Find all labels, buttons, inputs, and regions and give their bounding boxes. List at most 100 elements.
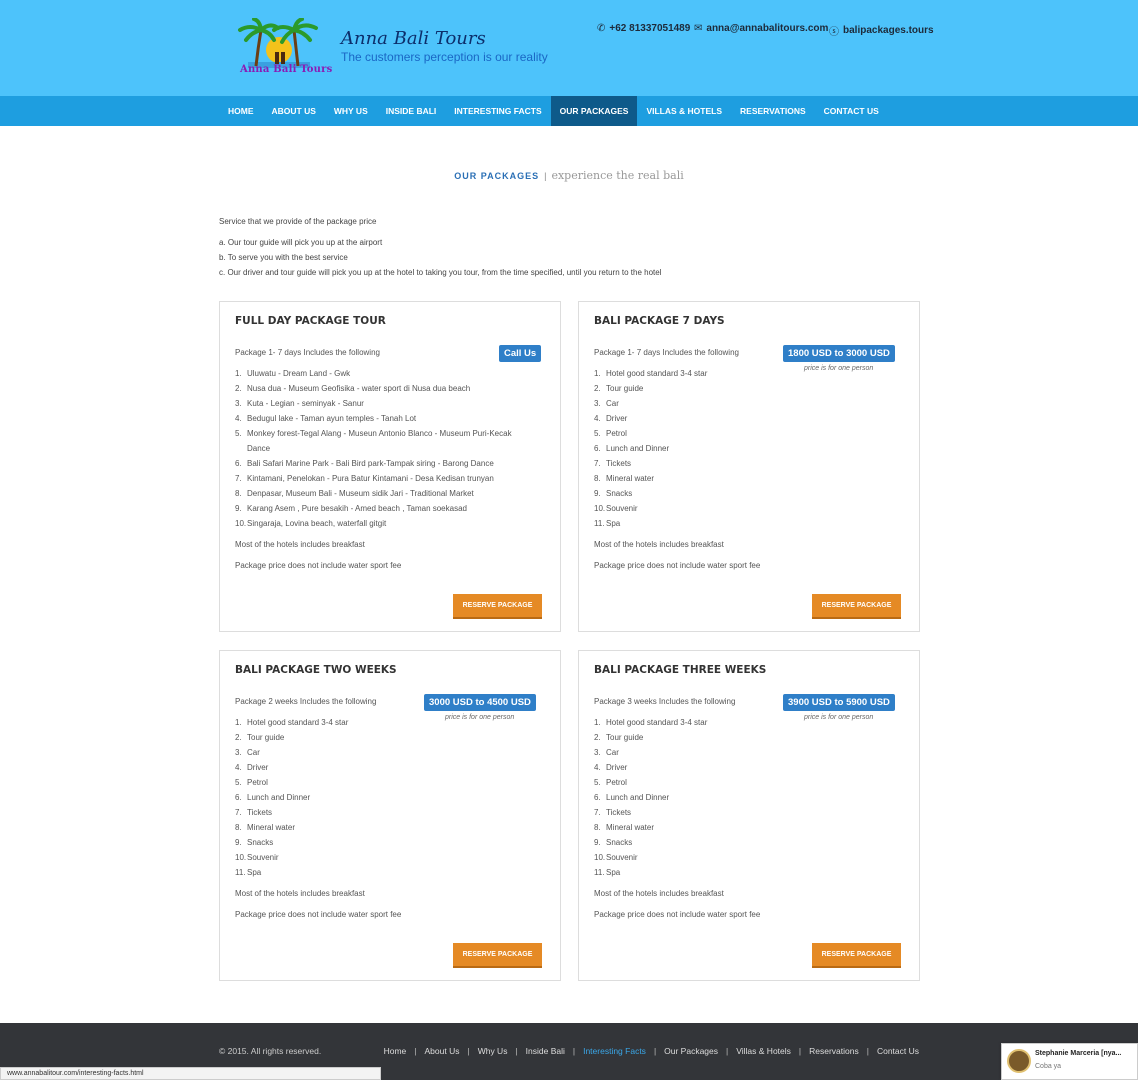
section-title: OUR PACKAGES	[454, 171, 540, 181]
card-title: BALI PACKAGE TWO WEEKS	[235, 664, 397, 676]
price-badge: 3000 USD to 4500 USD	[424, 694, 536, 711]
list-item: 6. Lunch and Dinner	[594, 444, 670, 453]
skype-icon: ⓢ	[829, 27, 839, 38]
list-item: 4. Driver	[594, 414, 628, 423]
card-subtitle: Package 3 weeks Includes the following	[594, 697, 736, 706]
list-item: 4. Bedugul lake - Taman ayun temples - Ta…	[235, 414, 417, 423]
main-nav: HOME ABOUT US WHY US INSIDE BALI INTERES…	[0, 96, 1138, 126]
list-item: 8. Mineral water	[594, 474, 655, 483]
footer-links: Home | About Us | Why Us | Inside Bali | Int…	[383, 1046, 919, 1056]
list-item: 6. Bali Safari Marine Park - Bali Bird pa…	[235, 459, 494, 468]
price-badge: 3900 USD to 5900 USD	[783, 694, 895, 711]
call-us-badge[interactable]: Call Us	[499, 345, 542, 362]
nav-item-our-packages[interactable]: OUR PACKAGES	[550, 96, 638, 126]
list-item: 4. Driver	[235, 763, 269, 772]
card-subtitle: Package 1- 7 days Includes the following	[594, 348, 739, 357]
package-card-full-day: FULL DAY PACKAGE TOUR Package 1- 7 days …	[219, 301, 561, 632]
copyright: © 2015. All rights reserved.	[219, 1046, 322, 1056]
package-items: 1. Hotel good standard 3-4 star 2. Tour gu…	[235, 715, 545, 880]
section-heading: OUR PACKAGES | experience the real bali	[0, 169, 1138, 182]
package-card-three-weeks: BALI PACKAGE THREE WEEKS Package 3 weeks…	[578, 650, 920, 981]
reserve-package-button[interactable]: RESERVE PACKAGE	[453, 594, 542, 619]
list-item: 9. Karang Asem , Pure besakih - Amed beac…	[235, 504, 467, 513]
list-item: 11. Spa	[235, 868, 262, 877]
chat-notification[interactable]: Stephanie Marceria [nya... Coba ya	[1001, 1043, 1138, 1080]
footer-link-contact-us[interactable]: Contact Us	[877, 1046, 919, 1056]
card-title: FULL DAY PACKAGE TOUR	[235, 315, 386, 327]
footer-link-interesting-facts[interactable]: Interesting Facts	[583, 1046, 646, 1056]
reserve-package-button[interactable]: RESERVE PACKAGE	[812, 943, 901, 968]
list-item: 8. Mineral water	[594, 823, 655, 832]
contact-phone: ✆ +62 81337051489	[597, 23, 690, 34]
intro-lead: Service that we provide of the package p…	[219, 217, 377, 226]
package-items: 1. Hotel good standard 3-4 star 2. Tour gu…	[594, 366, 904, 531]
nav-item-interesting-facts[interactable]: INTERESTING FACTS	[445, 96, 550, 126]
nav-item-about-us[interactable]: ABOUT US	[263, 96, 325, 126]
list-item: 2. Nusa dua - Museum Geofisika - water sp…	[235, 384, 471, 393]
list-item: 5. Petrol	[594, 778, 627, 787]
water-sport-note: Package price does not include water spo…	[235, 910, 402, 919]
envelope-icon: ✉	[694, 23, 703, 34]
nav-item-reservations[interactable]: RESERVATIONS	[731, 96, 815, 126]
phone-icon: ✆	[597, 23, 606, 34]
list-item: 7. Tickets	[594, 459, 632, 468]
footer-link-home[interactable]: Home	[384, 1046, 407, 1056]
list-item: 2. Tour guide	[235, 733, 285, 742]
list-item: 3. Car	[594, 399, 619, 408]
list-item: 9. Snacks	[594, 838, 633, 847]
card-subtitle: Package 1- 7 days Includes the following	[235, 348, 380, 357]
card-title: BALI PACKAGE 7 DAYS	[594, 315, 725, 327]
card-title: BALI PACKAGE THREE WEEKS	[594, 664, 767, 676]
chat-message: Coba ya	[1035, 1063, 1062, 1070]
nav-item-villas-hotels[interactable]: VILLAS & HOTELS	[637, 96, 731, 126]
skype-text[interactable]: balipackages.tours	[843, 25, 934, 36]
list-item: 10. Souvenir	[594, 853, 638, 862]
list-item: 9. Snacks	[594, 489, 633, 498]
footer-link-reservations[interactable]: Reservations	[809, 1046, 859, 1056]
reserve-package-button[interactable]: RESERVE PACKAGE	[812, 594, 901, 619]
list-item: 5. Petrol	[594, 429, 627, 438]
reserve-package-button[interactable]: RESERVE PACKAGE	[453, 943, 542, 968]
breakfast-note: Most of the hotels includes breakfast	[594, 540, 724, 549]
site-tagline: The customers perception is our reality	[341, 50, 548, 64]
contact-skype[interactable]: ⓢ balipackages.tours	[829, 23, 934, 38]
list-item: 3. Kuta - Legian - seminyak - Sanur	[235, 399, 364, 408]
package-card-two-weeks: BALI PACKAGE TWO WEEKS Package 2 weeks I…	[219, 650, 561, 981]
list-item: 1. Hotel good standard 3-4 star	[594, 718, 708, 727]
site-title[interactable]: Anna Bali Tours	[341, 28, 486, 49]
list-item: 10. Singaraja, Lovina beach, waterfall gi…	[235, 519, 387, 528]
breakfast-note: Most of the hotels includes breakfast	[235, 889, 365, 898]
nav-item-contact-us[interactable]: CONTACT US	[815, 96, 888, 126]
intro-line-a: a. Our tour guide will pick you up at th…	[219, 238, 383, 247]
section-separator: |	[544, 171, 547, 181]
nav-item-home[interactable]: HOME	[219, 96, 263, 126]
list-item: 4. Driver	[594, 763, 628, 772]
list-item: 10. Souvenir	[594, 504, 638, 513]
card-subtitle: Package 2 weeks Includes the following	[235, 697, 377, 706]
phone-text: +62 81337051489	[609, 23, 691, 34]
list-item: 10. Souvenir	[235, 853, 279, 862]
nav-item-inside-bali[interactable]: INSIDE BALI	[377, 96, 446, 126]
list-item: 2. Tour guide	[594, 384, 644, 393]
site-header: Anna Bali Tours Anna Bali Tours The cust…	[0, 0, 1138, 96]
logo-wordmark: Anna Bali Tours	[240, 64, 333, 75]
nav-items: HOME ABOUT US WHY US INSIDE BALI INTERES…	[219, 96, 888, 126]
list-item: 1. Uluwatu - Dream Land - Gwk	[235, 369, 351, 378]
list-item: 9. Snacks	[235, 838, 274, 847]
nav-item-why-us[interactable]: WHY US	[325, 96, 377, 126]
footer-link-why-us[interactable]: Why Us	[478, 1046, 508, 1056]
email-text[interactable]: anna@annabalitours.com	[706, 23, 828, 34]
footer-link-inside-bali[interactable]: Inside Bali	[526, 1046, 565, 1056]
footer-link-about-us[interactable]: About Us	[425, 1046, 460, 1056]
list-item: 6. Lunch and Dinner	[235, 793, 311, 802]
list-item: 1. Hotel good standard 3-4 star	[235, 718, 349, 727]
footer-link-our-packages[interactable]: Our Packages	[664, 1046, 718, 1056]
list-item: 6. Lunch and Dinner	[594, 793, 670, 802]
avatar	[1007, 1049, 1031, 1073]
list-item: 8. Mineral water	[235, 823, 296, 832]
footer-link-villas-hotels[interactable]: Villas & Hotels	[736, 1046, 791, 1056]
contact-email[interactable]: ✉ anna@annabalitours.com	[694, 23, 828, 34]
list-item: 7. Tickets	[235, 808, 273, 817]
section-subtitle: experience the real bali	[551, 169, 684, 182]
list-item: 7. Kintamani, Penelokan - Pura Batur Kint…	[235, 474, 494, 483]
